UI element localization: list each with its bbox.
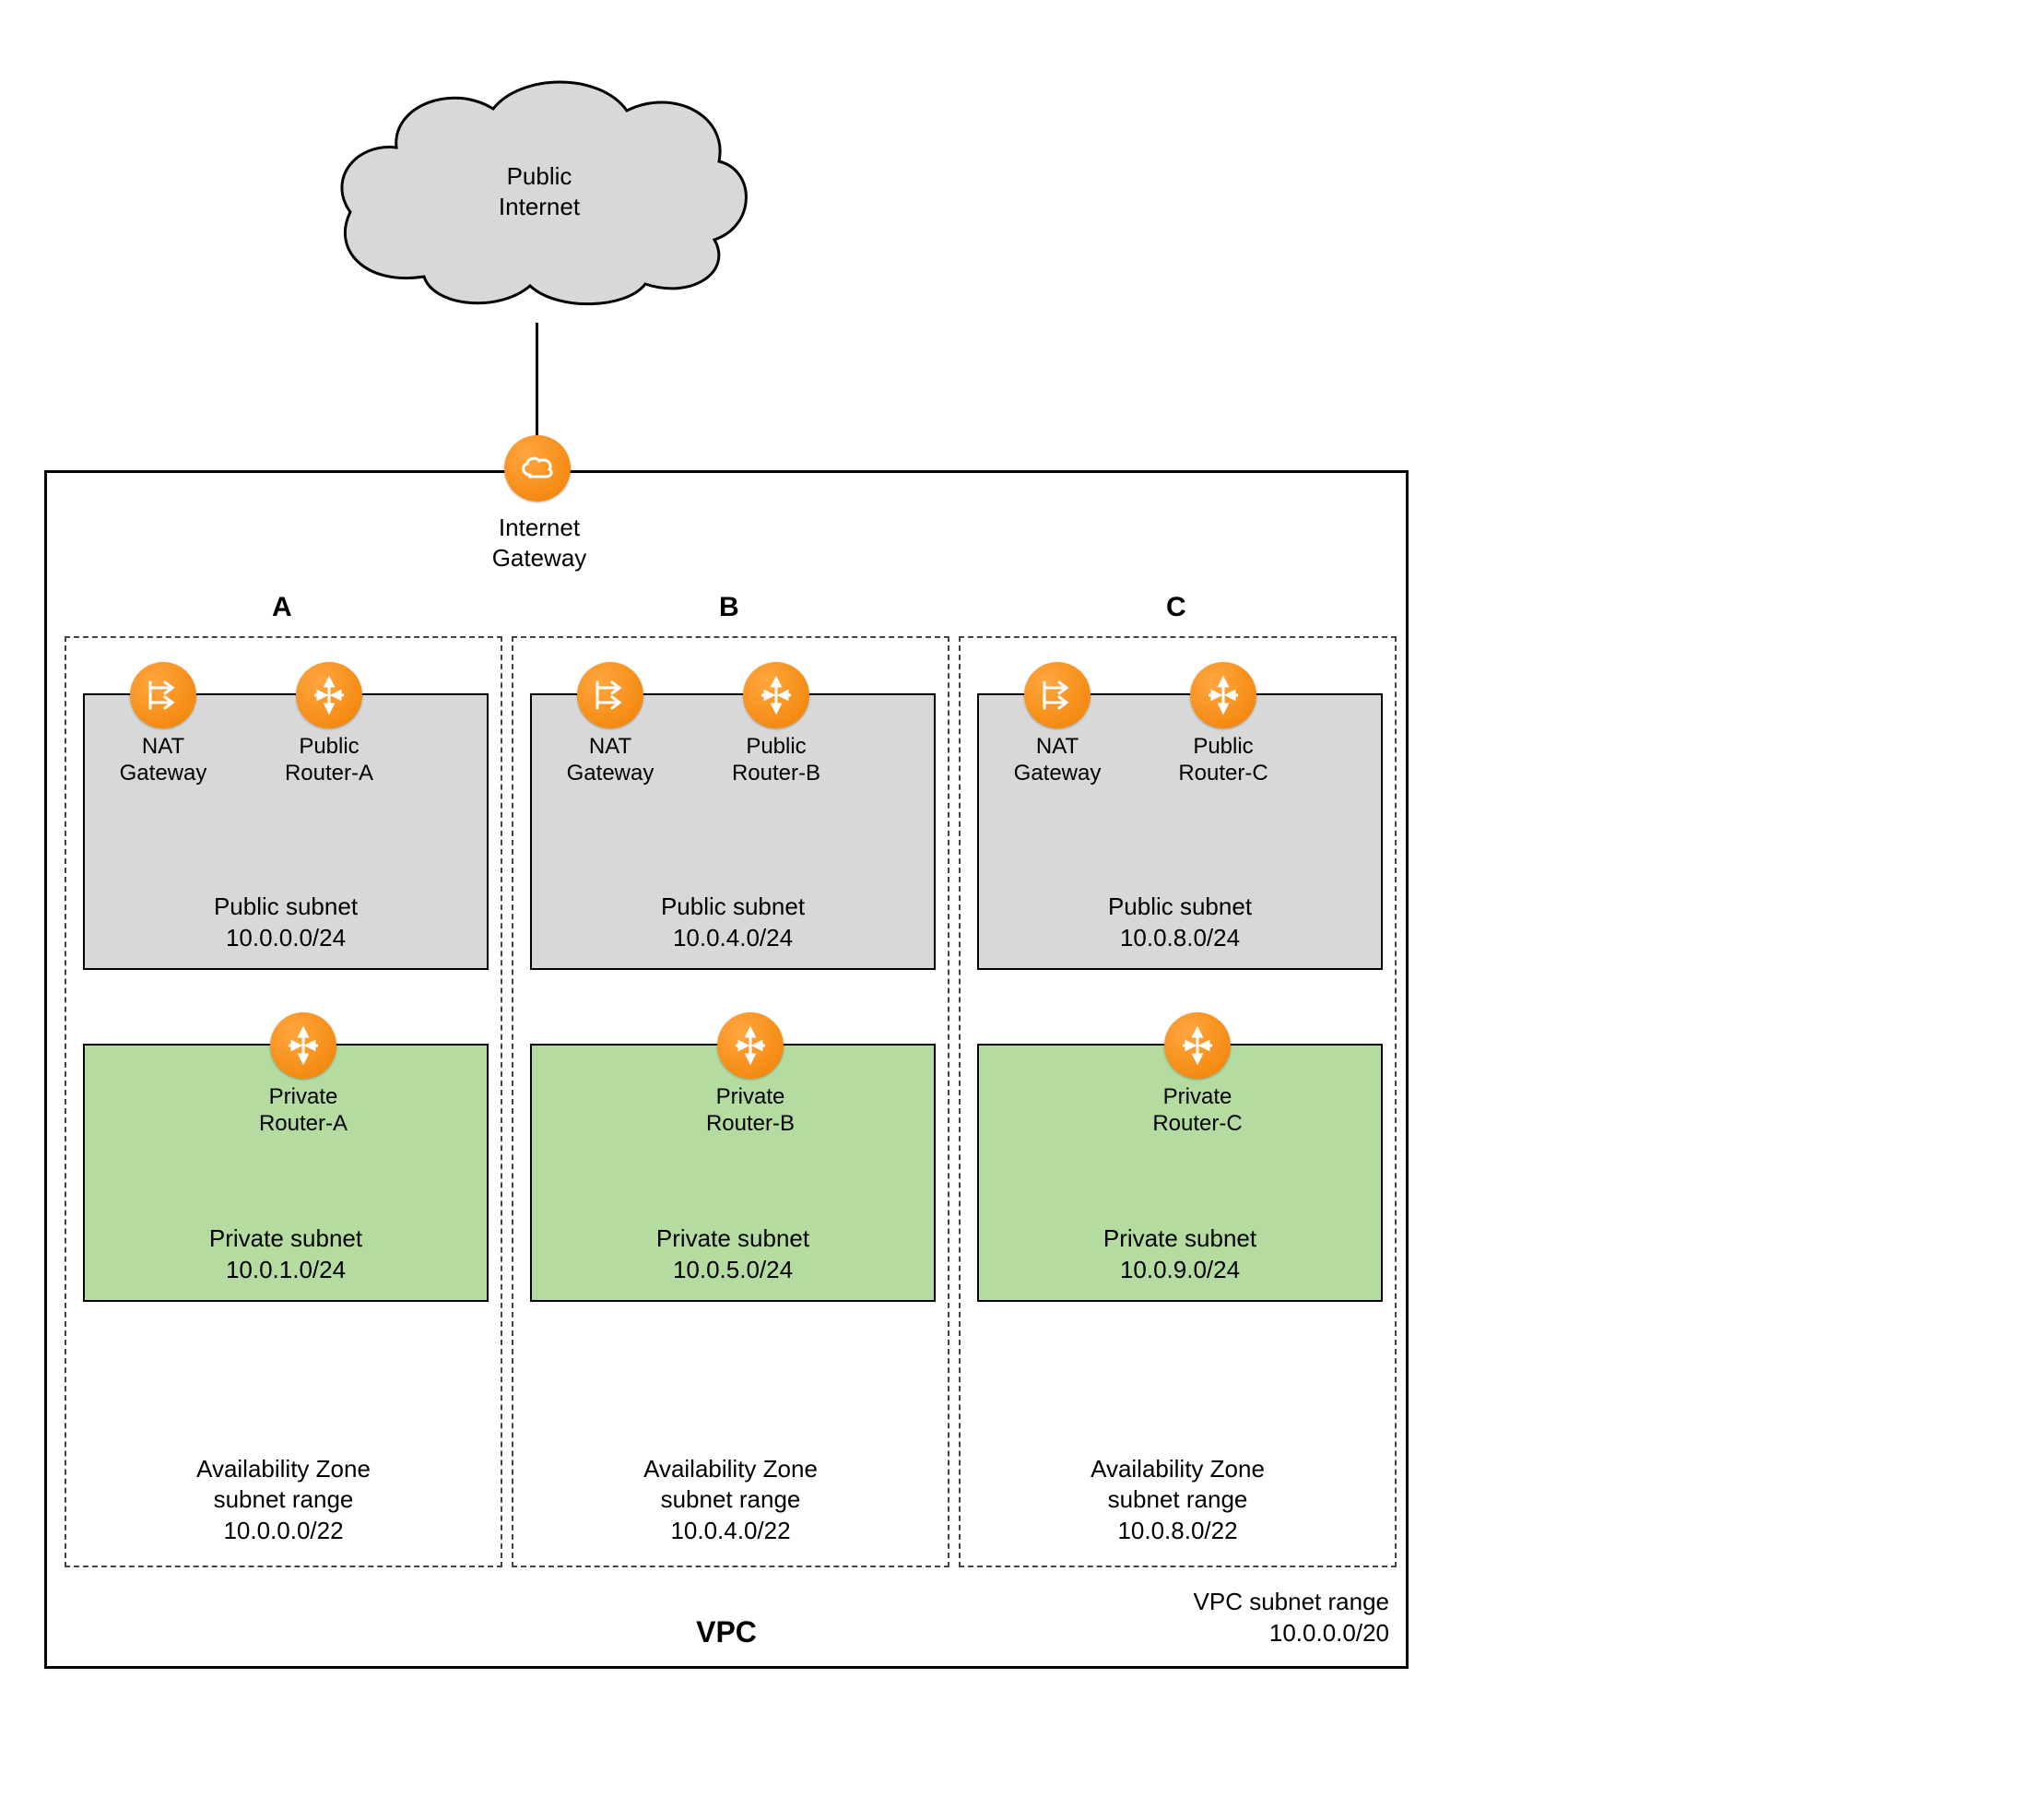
az-label-1: Availability Zone [643, 1455, 818, 1483]
private-subnet-cidr: 10.0.9.0/24 [1120, 1256, 1240, 1283]
vpc-range-cidr: 10.0.0.0/20 [1269, 1619, 1389, 1647]
private-subnet-b: PrivateRouter-B Private subnet 10.0.5.0/… [530, 1044, 936, 1302]
priv-router-label-1: Private [1163, 1084, 1232, 1109]
private-subnet-a: PrivateRouter-A Private subnet 10.0.1.0/… [83, 1044, 489, 1302]
cloud-gateway-icon [504, 435, 571, 502]
public-router-c: PublicRouter-C [1173, 662, 1274, 787]
public-router-a: PublicRouter-A [278, 662, 380, 787]
nat-label-2: Gateway [1014, 761, 1102, 786]
router-icon [270, 1012, 336, 1079]
public-subnet-label: Public subnet [1108, 892, 1252, 920]
az-letter-a: A [272, 592, 292, 623]
pub-router-label-1: Public [299, 734, 359, 759]
nat-gateway-icon [1024, 662, 1091, 728]
router-icon [296, 662, 362, 728]
az-label-1: Availability Zone [1091, 1455, 1265, 1483]
private-router-c: PrivateRouter-C [1147, 1012, 1248, 1138]
availability-zone-a: NATGateway PublicRouter-A Public subnet … [65, 636, 502, 1567]
internet-gateway-label: Internet Gateway [461, 513, 618, 573]
igw-text-2: Gateway [492, 544, 587, 572]
nat-label-1: NAT [589, 734, 631, 759]
public-subnet-b: NATGateway PublicRouter-B Public subnet … [530, 693, 936, 970]
router-icon [717, 1012, 784, 1079]
az-a-footer: Availability Zone subnet range 10.0.0.0/… [66, 1454, 501, 1547]
private-router-b: PrivateRouter-B [700, 1012, 801, 1138]
az-letter-b: B [719, 592, 739, 623]
private-subnet-cidr: 10.0.5.0/24 [673, 1256, 793, 1283]
router-icon [1190, 662, 1256, 728]
priv-router-label-2: Router-C [1152, 1111, 1242, 1136]
igw-text-1: Internet [499, 514, 580, 541]
private-subnet-cidr: 10.0.1.0/24 [226, 1256, 346, 1283]
nat-label-2: Gateway [567, 761, 654, 786]
az-c-footer: Availability Zone subnet range 10.0.8.0/… [961, 1454, 1395, 1547]
public-subnet-label: Public subnet [214, 892, 358, 920]
availability-zone-b: NATGateway PublicRouter-B Public subnet … [512, 636, 949, 1567]
public-subnet-cidr: 10.0.8.0/24 [1120, 924, 1240, 951]
private-subnet-label: Private subnet [1103, 1224, 1256, 1252]
private-subnet-label: Private subnet [209, 1224, 362, 1252]
pub-router-label-1: Public [1193, 734, 1253, 759]
private-subnet-label: Private subnet [656, 1224, 809, 1252]
az-cidr: 10.0.4.0/22 [670, 1517, 790, 1544]
public-internet-cloud: Public Internet [323, 65, 756, 323]
nat-gateway-b: NATGateway [560, 662, 661, 787]
pub-router-label-2: Router-C [1178, 761, 1268, 786]
public-router-b: PublicRouter-B [725, 662, 827, 787]
az-letter-c: C [1166, 592, 1186, 623]
nat-label-1: NAT [1036, 734, 1079, 759]
priv-router-label-1: Private [269, 1084, 338, 1109]
az-label-2: subnet range [1108, 1485, 1248, 1513]
pub-router-label-2: Router-B [732, 761, 820, 786]
nat-gateway-icon [577, 662, 643, 728]
public-subnet-cidr: 10.0.4.0/24 [673, 924, 793, 951]
priv-router-label-2: Router-A [259, 1111, 348, 1136]
public-internet-label: Public Internet [323, 161, 756, 221]
pub-router-label-2: Router-A [285, 761, 373, 786]
cloud-text-1: Public [507, 162, 572, 190]
nat-gateway-c: NATGateway [1007, 662, 1108, 787]
nat-label-1: NAT [142, 734, 184, 759]
private-subnet-c: PrivateRouter-C Private subnet 10.0.9.0/… [977, 1044, 1383, 1302]
cloud-to-igw-connector [536, 323, 538, 443]
vpc-range-label: VPC subnet range [1194, 1588, 1389, 1615]
pub-router-label-1: Public [746, 734, 806, 759]
public-subnet-cidr: 10.0.0.0/24 [226, 924, 346, 951]
private-router-a: PrivateRouter-A [253, 1012, 354, 1138]
az-label-2: subnet range [661, 1485, 801, 1513]
nat-gateway-icon [130, 662, 196, 728]
public-subnet-label: Public subnet [661, 892, 805, 920]
priv-router-label-2: Router-B [706, 1111, 795, 1136]
internet-gateway [502, 435, 572, 502]
az-label-1: Availability Zone [196, 1455, 371, 1483]
nat-gateway-a: NATGateway [112, 662, 214, 787]
az-cidr: 10.0.8.0/22 [1117, 1517, 1237, 1544]
router-icon [743, 662, 809, 728]
priv-router-label-1: Private [716, 1084, 785, 1109]
public-subnet-a: NATGateway PublicRouter-A Public subnet … [83, 693, 489, 970]
vpc-subnet-range: VPC subnet range 10.0.0.0/20 [1194, 1587, 1389, 1649]
availability-zone-c: NATGateway PublicRouter-C Public subnet … [959, 636, 1397, 1567]
public-subnet-c: NATGateway PublicRouter-C Public subnet … [977, 693, 1383, 970]
az-b-footer: Availability Zone subnet range 10.0.4.0/… [513, 1454, 948, 1547]
az-label-2: subnet range [214, 1485, 354, 1513]
nat-label-2: Gateway [120, 761, 207, 786]
cloud-text-2: Internet [499, 193, 580, 220]
router-icon [1164, 1012, 1231, 1079]
az-cidr: 10.0.0.0/22 [223, 1517, 343, 1544]
